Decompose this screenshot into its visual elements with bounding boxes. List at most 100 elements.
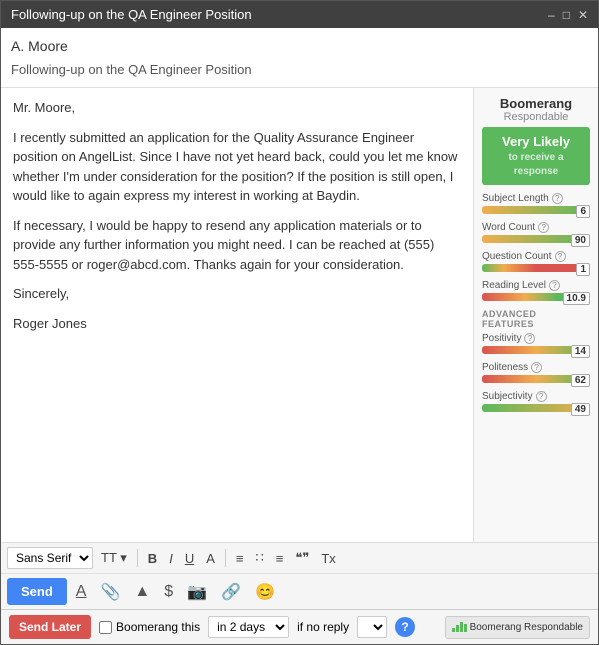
text-color-button[interactable]: A <box>202 549 219 568</box>
mini-chart <box>452 620 467 632</box>
bar-1 <box>452 628 455 632</box>
boomerang-sidebar: Boomerang Respondable Very Likely to rec… <box>473 88 598 542</box>
subject-length-bar <box>482 206 590 214</box>
positivity-value: 14 <box>571 345 590 358</box>
metric-question-count: Question Count ? 1 <box>482 251 590 272</box>
likelihood-sub: to receive a response <box>486 151 586 179</box>
metric-label-politeness: Politeness ? <box>482 362 590 373</box>
reading-level-value: 10.9 <box>563 292 590 305</box>
list-ol-button[interactable]: ∷ <box>251 548 267 568</box>
metric-subjectivity: Subjectivity ? 49 <box>482 391 590 412</box>
likelihood-main: Very Likely <box>486 133 586 151</box>
send-button[interactable]: Send <box>7 578 67 605</box>
bar-3 <box>460 622 463 632</box>
politeness-value: 62 <box>571 374 590 387</box>
body-paragraph-4: Sincerely, <box>13 284 461 304</box>
boomerang-respondable-button[interactable]: Boomerang Respondable <box>445 616 590 639</box>
metric-subject-length: Subject Length ? 6 <box>482 193 590 214</box>
reading-level-bar-wrapper: 10.9 <box>482 293 590 301</box>
positivity-bar-wrapper: 14 <box>482 346 590 354</box>
subjectivity-help[interactable]: ? <box>536 391 547 402</box>
attachment-button[interactable]: 📎 <box>95 580 125 604</box>
word-count-bar-wrapper: 90 <box>482 235 590 243</box>
emoji-button[interactable]: 😊 <box>250 580 280 604</box>
advanced-section-title: ADVANCED FEATURES <box>482 309 590 329</box>
days-select[interactable]: in 2 days in 1 day in 3 days in 1 week <box>208 616 289 638</box>
font-size-button[interactable]: TT ▾ <box>97 548 131 568</box>
minimize-button[interactable]: – <box>548 8 555 22</box>
text-underline-icon-btn[interactable]: A <box>71 581 92 603</box>
body-paragraph-1: Mr. Moore, <box>13 98 461 118</box>
window-controls: – □ ✕ <box>548 8 588 22</box>
title-bar: Following-up on the QA Engineer Position… <box>1 1 598 28</box>
clear-format-button[interactable]: Tx <box>317 549 339 568</box>
list-ul-button[interactable]: ≡ <box>272 549 288 568</box>
help-button[interactable]: ? <box>395 617 415 637</box>
metric-label-subject-length: Subject Length ? <box>482 193 590 204</box>
maximize-button[interactable]: □ <box>563 8 570 22</box>
drive-button[interactable]: ▲ <box>129 581 155 603</box>
align-button[interactable]: ≡ <box>232 549 248 568</box>
separator-2 <box>225 549 226 567</box>
toolbar-row1: Sans Serif TT ▾ B I U A ≡ ∷ ≡ ❝❞ Tx <box>1 543 598 574</box>
to-field[interactable]: A. Moore <box>11 34 588 58</box>
body-wrapper: Mr. Moore, I recently submitted an appli… <box>1 88 598 542</box>
subject-length-text: Subject Length <box>482 193 549 204</box>
sidebar-header: Boomerang Respondable <box>482 96 590 123</box>
chart-mini-icon <box>452 620 467 635</box>
reading-level-help[interactable]: ? <box>549 280 560 291</box>
italic-button[interactable]: I <box>165 549 177 568</box>
link-button[interactable]: 🔗 <box>216 580 246 604</box>
body-paragraph-2: I recently submitted an application for … <box>13 128 461 206</box>
subjectivity-text: Subjectivity <box>482 391 533 402</box>
boomerang-respondable-label: Boomerang Respondable <box>470 622 583 633</box>
metric-politeness: Politeness ? 62 <box>482 362 590 383</box>
subjectivity-bar-wrapper: 49 <box>482 404 590 412</box>
metric-reading-level: Reading Level ? 10.9 <box>482 280 590 301</box>
subject-field[interactable]: Following-up on the QA Engineer Position <box>11 58 588 81</box>
word-count-value: 90 <box>571 234 590 247</box>
toolbar-area: Sans Serif TT ▾ B I U A ≡ ∷ ≡ ❝❞ Tx Send… <box>1 542 598 609</box>
subject-length-bar-wrapper: 6 <box>482 206 590 214</box>
subjectivity-value: 49 <box>571 403 590 416</box>
question-count-value: 1 <box>576 263 590 276</box>
politeness-help[interactable]: ? <box>531 362 542 373</box>
word-count-help[interactable]: ? <box>538 222 549 233</box>
email-area: A. Moore Following-up on the QA Engineer… <box>1 28 598 609</box>
if-no-reply-label: if no reply <box>297 620 349 634</box>
boomerang-checkbox[interactable] <box>99 621 112 634</box>
positivity-help[interactable]: ? <box>524 333 535 344</box>
separator-1 <box>137 549 138 567</box>
metric-word-count: Word Count ? 90 <box>482 222 590 243</box>
body-paragraph-5: Roger Jones <box>13 314 461 334</box>
email-body[interactable]: Mr. Moore, I recently submitted an appli… <box>1 88 473 542</box>
send-later-button[interactable]: Send Later <box>9 615 91 639</box>
close-button[interactable]: ✕ <box>578 8 588 22</box>
reading-level-text: Reading Level <box>482 280 546 291</box>
window-title: Following-up on the QA Engineer Position <box>11 7 252 22</box>
bold-button[interactable]: B <box>144 549 161 568</box>
metric-label-reading-level: Reading Level ? <box>482 280 590 291</box>
question-count-bar <box>482 264 590 272</box>
email-header: A. Moore Following-up on the QA Engineer… <box>1 28 598 88</box>
money-button[interactable]: $ <box>159 581 178 603</box>
metric-label-positivity: Positivity ? <box>482 333 590 344</box>
bar-2 <box>456 625 459 632</box>
toolbar-row2: Send A 📎 ▲ $ 📷 🔗 😊 <box>1 574 598 609</box>
quote-button[interactable]: ❝❞ <box>291 548 313 568</box>
reply-condition-select[interactable] <box>357 616 387 638</box>
subject-length-value: 6 <box>576 205 590 218</box>
photo-button[interactable]: 📷 <box>182 580 212 604</box>
boomerang-check: Boomerang this <box>99 620 200 634</box>
metric-label-question-count: Question Count ? <box>482 251 590 262</box>
question-count-text: Question Count <box>482 251 552 262</box>
likelihood-badge: Very Likely to receive a response <box>482 127 590 185</box>
underline-button[interactable]: U <box>181 549 198 568</box>
question-count-bar-wrapper: 1 <box>482 264 590 272</box>
brand-name: Boomerang <box>482 96 590 111</box>
metric-label-word-count: Word Count ? <box>482 222 590 233</box>
font-selector[interactable]: Sans Serif <box>7 547 93 569</box>
subject-length-help[interactable]: ? <box>552 193 563 204</box>
question-count-help[interactable]: ? <box>555 251 566 262</box>
boomerang-label: Boomerang this <box>116 620 200 634</box>
